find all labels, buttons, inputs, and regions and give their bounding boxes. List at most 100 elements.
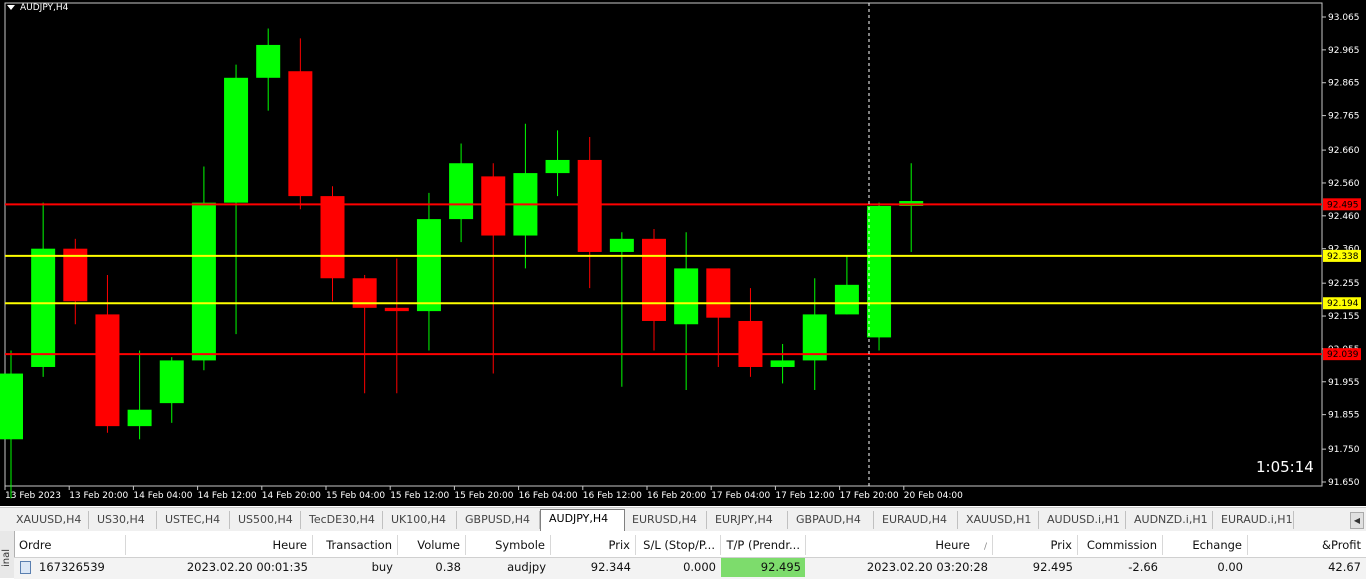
tab-xauusd-h1[interactable]: XAUUSD,H1 [958, 511, 1039, 529]
dropdown-triangle-icon[interactable] [7, 5, 15, 10]
tab-euraud-i-h1[interactable]: EURAUD.i,H1 [1213, 511, 1294, 529]
candle-body [416, 219, 441, 312]
time-tick-label: 16 Feb 20:00 [647, 491, 706, 501]
time-tick-label: 15 Feb 04:00 [326, 491, 385, 501]
chart-title: AUDJPY,H4 [7, 3, 68, 13]
bar-countdown: 1:05:14 [1256, 458, 1314, 476]
candle-body [449, 163, 474, 220]
col-header-stop-loss[interactable]: S/L (Stop/P... [636, 535, 721, 555]
cell-close-time: 2023.02.20 03:20:28 [866, 560, 988, 574]
tab-eurusd-h4[interactable]: EURUSD,H4 [624, 511, 707, 529]
price-tick-label: 91.955 [1328, 378, 1360, 388]
candle-body [545, 159, 570, 174]
tab-ustec-h4[interactable]: USTEC,H4 [157, 511, 230, 529]
time-tick-label: 14 Feb 12:00 [198, 491, 257, 501]
col-header-commission[interactable]: Commission [1078, 535, 1163, 555]
time-tick-label: 16 Feb 04:00 [519, 491, 578, 501]
price-level-label: 92.338 [1327, 252, 1359, 262]
tab-euraud-h4[interactable]: EURAUD,H4 [874, 511, 958, 529]
candle-body [95, 314, 120, 427]
candle-body [481, 176, 506, 236]
tab-audjpy-h4[interactable]: AUDJPY,H4 [540, 509, 625, 531]
candle-body [224, 77, 249, 203]
col-header-close-time[interactable]: Heure / [806, 535, 993, 555]
price-tick-label: 92.965 [1328, 46, 1360, 56]
tab-tecde30-h4[interactable]: TecDE30,H4 [301, 511, 383, 529]
price-tick-label: 92.255 [1328, 279, 1360, 289]
cell-close-price: 92.495 [1032, 560, 1073, 574]
time-tick-label: 15 Feb 12:00 [390, 491, 449, 501]
cell-symbol: audjpy [507, 560, 546, 574]
price-level-label: 92.194 [1327, 299, 1359, 309]
tab-uk100-h4[interactable]: UK100,H4 [383, 511, 457, 529]
cell-time: 2023.02.20 00:01:35 [186, 560, 308, 574]
candle-body [674, 268, 699, 325]
price-tick-label: 92.865 [1328, 79, 1360, 89]
terminal-panel: inal Ordre Heure Transaction Volume Symb… [0, 531, 1366, 579]
col-header-price[interactable]: Prix [551, 535, 636, 555]
tab-gbpaud-h4[interactable]: GBPAUD,H4 [788, 511, 874, 529]
sort-indicator-icon: / [983, 542, 987, 552]
tab-audnzd-i-h1[interactable]: AUDNZD.i,H1 [1126, 511, 1213, 529]
candle-body [577, 159, 602, 252]
time-tick-label: 14 Feb 20:00 [262, 491, 321, 501]
cell-price: 92.344 [590, 560, 631, 574]
price-tick-label: 92.560 [1328, 179, 1360, 189]
time-tick-label: 13 Feb 20:00 [69, 491, 128, 501]
price-tick-label: 92.660 [1328, 146, 1360, 156]
cell-volume: 0.38 [435, 560, 461, 574]
time-tick-label: 17 Feb 12:00 [775, 491, 834, 501]
col-header-profit[interactable]: &Profit [1248, 535, 1366, 555]
terminal-side-label[interactable]: inal [0, 531, 15, 578]
price-tick-label: 91.750 [1328, 445, 1360, 455]
cell-profit: 42.67 [1328, 560, 1361, 574]
cell-order: 167326539 [39, 560, 105, 574]
price-tick-label: 92.765 [1328, 112, 1360, 122]
col-header-symbol[interactable]: Symbole [466, 535, 551, 555]
cell-commission: -2.66 [1128, 560, 1158, 574]
chart-tab-bar: ◀ XAUUSD,H4 US30,H4 USTEC,H4 US500,H4 TecDE3… [0, 507, 1366, 532]
cell-take-profit: 92.495 [760, 560, 801, 574]
col-header-transaction[interactable]: Transaction [313, 535, 398, 555]
candle-body [706, 268, 731, 318]
tab-scroll-icon[interactable]: ◀ [1350, 512, 1364, 529]
candle-body [834, 284, 859, 315]
price-tick-label: 91.855 [1328, 411, 1360, 421]
tab-audusd-i-h1[interactable]: AUDUSD.i,H1 [1039, 511, 1126, 529]
time-tick-label: 14 Feb 04:00 [133, 491, 192, 501]
time-tick-label: 15 Feb 20:00 [454, 491, 513, 501]
candle-body [320, 196, 345, 279]
price-tick-label: 93.065 [1328, 13, 1360, 23]
candle-body [31, 248, 56, 367]
candle-body [288, 71, 313, 197]
candle-body [642, 238, 666, 321]
col-header-swap[interactable]: Echange [1163, 535, 1248, 555]
tab-eurjpy-h4[interactable]: EURJPY,H4 [707, 511, 788, 529]
tab-xauusd-h4[interactable]: XAUUSD,H4 [8, 511, 89, 529]
candle-body [127, 409, 152, 427]
tab-us30-h4[interactable]: US30,H4 [89, 511, 157, 529]
chart-symbol-label: AUDJPY,H4 [20, 3, 69, 13]
cell-transaction: buy [371, 560, 393, 574]
time-tick-label: 17 Feb 04:00 [711, 491, 770, 501]
cell-stop-loss: 0.000 [683, 560, 716, 574]
candle-body [0, 373, 23, 440]
cell-swap: 0.00 [1217, 560, 1243, 574]
time-tick-label: 17 Feb 20:00 [840, 491, 899, 501]
time-tick-label: 20 Feb 04:00 [904, 491, 963, 501]
col-header-close-price[interactable]: Prix [993, 535, 1078, 555]
tab-us500-h4[interactable]: US500,H4 [230, 511, 301, 529]
col-header-time[interactable]: Heure [126, 535, 313, 555]
candle-body [770, 360, 795, 367]
candle-body [609, 238, 634, 252]
price-tick-label: 92.460 [1328, 212, 1360, 222]
candlestick-chart[interactable]: 93.065 92.965 92.865 92.765 92.660 92.560 92.4… [0, 0, 1366, 506]
candle-body [384, 307, 409, 312]
col-header-order[interactable]: Ordre [14, 535, 126, 555]
chart-area[interactable]: 93.065 92.965 92.865 92.765 92.660 92.560 92.4… [0, 0, 1366, 506]
time-tick-label: 13 Feb 2023 [5, 491, 61, 501]
col-header-take-profit[interactable]: T/P (Prendr... [721, 535, 806, 555]
candle-body [159, 360, 184, 404]
tab-gbpusd-h4[interactable]: GBPUSD,H4 [457, 511, 540, 529]
col-header-volume[interactable]: Volume [398, 535, 466, 555]
